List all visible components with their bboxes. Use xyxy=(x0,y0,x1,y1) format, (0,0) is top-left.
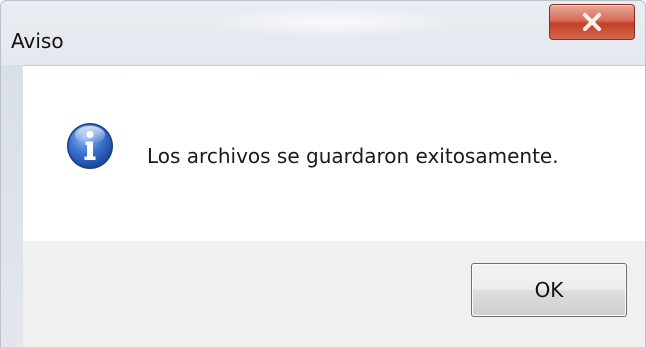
close-x-icon xyxy=(583,13,601,31)
dialog-message: Los archivos se guardaron exitosamente. xyxy=(147,144,559,168)
close-button[interactable] xyxy=(549,4,635,40)
window-frame-left xyxy=(1,65,23,347)
info-icon xyxy=(67,123,113,169)
dialog-window: Aviso Los archivos se guardaron exitosam… xyxy=(0,0,646,347)
title-bar[interactable]: Aviso xyxy=(1,1,645,65)
button-bar: OK xyxy=(23,241,645,347)
window-title: Aviso xyxy=(11,29,64,53)
message-area: Los archivos se guardaron exitosamente. xyxy=(23,65,645,241)
ok-button[interactable]: OK xyxy=(471,263,627,317)
